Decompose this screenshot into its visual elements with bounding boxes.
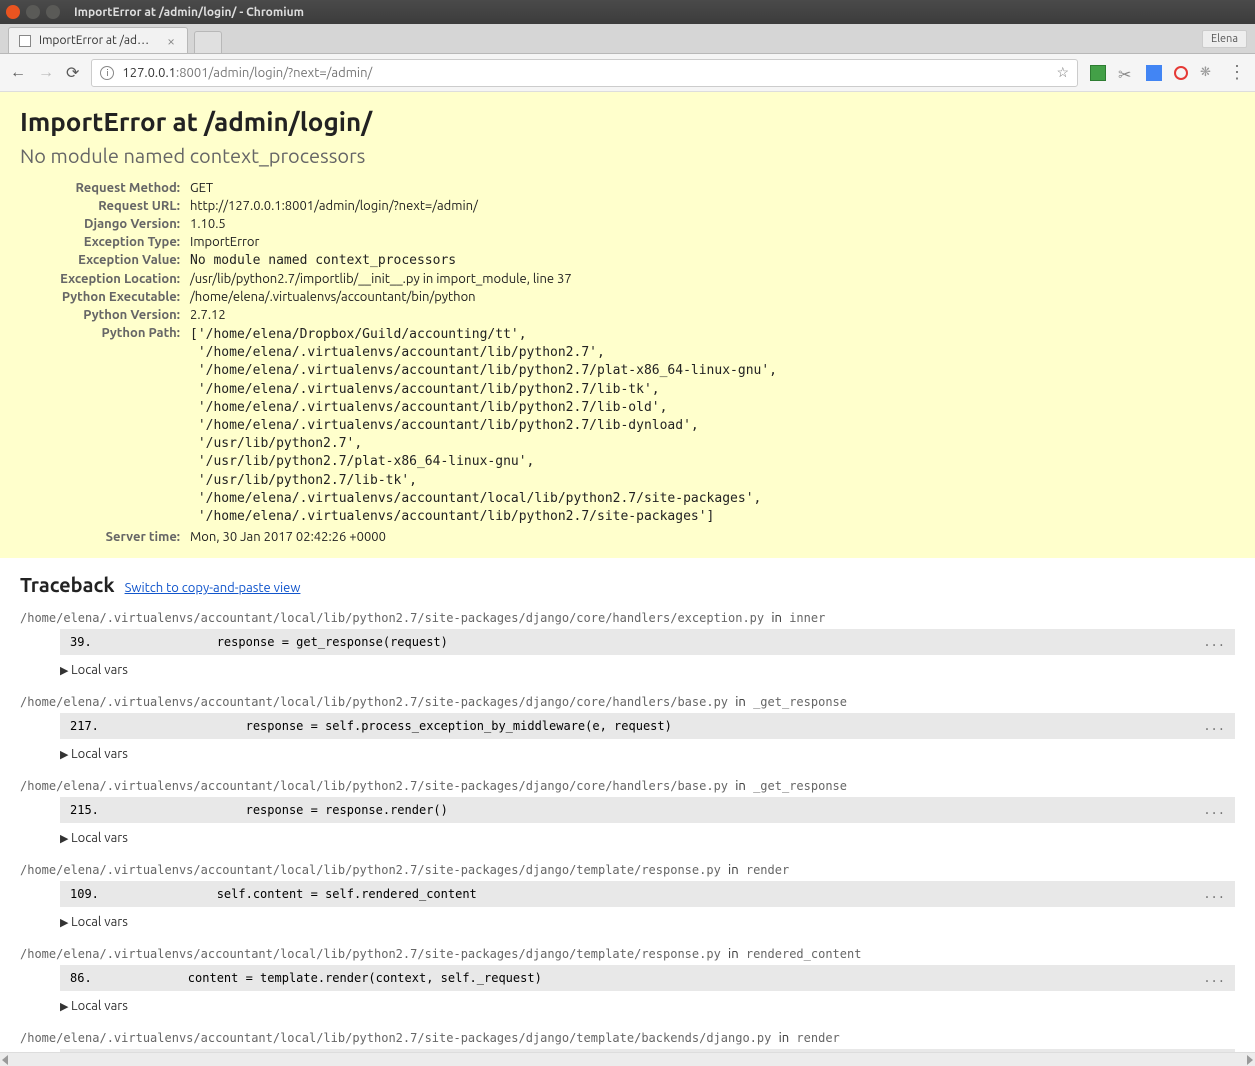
code-text: response = self.process_exception_by_mid… (130, 719, 1203, 733)
meta-label: Exception Type: (20, 233, 190, 251)
frame-location: /home/elena/.virtualenvs/accountant/loca… (20, 947, 1235, 961)
horizontal-scrollbar[interactable] (0, 1052, 1255, 1066)
local-vars-toggle[interactable]: Local vars (60, 747, 1235, 761)
address-bar[interactable]: i 127.0.0.1:8001/admin/login/?next=/admi… (91, 59, 1078, 87)
context-expand-icon[interactable]: ... (1203, 635, 1225, 649)
extension-bug-icon[interactable]: ❋ (1200, 65, 1216, 81)
traceback-frame: /home/elena/.virtualenvs/accountant/loca… (20, 695, 1235, 761)
browser-toolbar: ← → ⟳ i 127.0.0.1:8001/admin/login/?next… (0, 54, 1255, 92)
frame-code[interactable]: 39. response = get_response(request)... (60, 629, 1235, 655)
meta-value: GET (190, 179, 777, 197)
forward-button[interactable]: → (38, 63, 54, 82)
url-display: 127.0.0.1:8001/admin/login/?next=/admin/ (122, 66, 372, 80)
code-text: response = response.render() (130, 803, 1203, 817)
context-expand-icon[interactable]: ... (1203, 971, 1225, 985)
code-text: self.content = self.rendered_content (130, 887, 1203, 901)
frame-location: /home/elena/.virtualenvs/accountant/loca… (20, 611, 1235, 625)
traceback-frame: /home/elena/.virtualenvs/accountant/loca… (20, 779, 1235, 845)
page-content: ImportError at /admin/login/ No module n… (0, 92, 1255, 1052)
frame-location: /home/elena/.virtualenvs/accountant/loca… (20, 695, 1235, 709)
tab-title: ImportError at /admin (39, 34, 157, 47)
meta-label: Python Executable: (20, 288, 190, 306)
frame-code[interactable]: 109. self.content = self.rendered_conten… (60, 881, 1235, 907)
line-number: 86. (70, 971, 130, 985)
code-text: content = template.render(context, self.… (130, 971, 1203, 985)
line-number: 109. (70, 887, 130, 901)
site-info-icon[interactable]: i (100, 66, 114, 80)
meta-label: Request URL: (20, 197, 190, 215)
window-title: ImportError at /admin/login/ - Chromium (74, 6, 304, 19)
line-number: 215. (70, 803, 130, 817)
traceback-frame: /home/elena/.virtualenvs/accountant/loca… (20, 1031, 1235, 1052)
frame-code[interactable]: 217. response = self.process_exception_b… (60, 713, 1235, 739)
tab-strip: ImportError at /admin × Elena (0, 24, 1255, 54)
line-number: 217. (70, 719, 130, 733)
local-vars-toggle[interactable]: Local vars (60, 663, 1235, 677)
frame-location: /home/elena/.virtualenvs/accountant/loca… (20, 779, 1235, 793)
window-close-button[interactable] (6, 5, 20, 19)
browser-menu-button[interactable]: ⋮ (1228, 62, 1245, 83)
window-minimize-button[interactable] (26, 5, 40, 19)
meta-value: /home/elena/.virtualenvs/accountant/bin/… (190, 288, 777, 306)
extension-icon[interactable] (1146, 65, 1162, 81)
traceback-frame: /home/elena/.virtualenvs/accountant/loca… (20, 947, 1235, 1013)
meta-label: Exception Value: (20, 251, 190, 270)
browser-tab[interactable]: ImportError at /admin × (8, 27, 188, 53)
switch-view-link[interactable]: Switch to copy-and-paste view (125, 581, 301, 595)
meta-value: /usr/lib/python2.7/importlib/__init__.py… (190, 270, 777, 288)
context-expand-icon[interactable]: ... (1203, 803, 1225, 817)
meta-value: ['/home/elena/Dropbox/Guild/accounting/t… (190, 324, 777, 528)
traceback-frame: /home/elena/.virtualenvs/accountant/loca… (20, 611, 1235, 677)
reload-button[interactable]: ⟳ (66, 63, 79, 82)
error-title: ImportError at /admin/login/ (20, 107, 1235, 136)
os-titlebar: ImportError at /admin/login/ - Chromium (0, 0, 1255, 24)
meta-label: Python Version: (20, 306, 190, 324)
traceback-heading: Traceback (20, 573, 115, 596)
frame-code[interactable]: 86. content = template.render(context, s… (60, 965, 1235, 991)
meta-label: Django Version: (20, 215, 190, 233)
meta-value: 1.10.5 (190, 215, 777, 233)
meta-label: Server time: (20, 528, 190, 546)
tab-close-icon[interactable]: × (165, 33, 177, 49)
meta-value: No module named context_processors (190, 251, 777, 270)
meta-value: Mon, 30 Jan 2017 02:42:26 +0000 (190, 528, 777, 546)
window-maximize-button[interactable] (46, 5, 60, 19)
meta-value: http://127.0.0.1:8001/admin/login/?next=… (190, 197, 777, 215)
back-button[interactable]: ← (10, 63, 26, 82)
bookmark-star-icon[interactable]: ☆ (1056, 64, 1069, 81)
local-vars-toggle[interactable]: Local vars (60, 831, 1235, 845)
code-text: response = get_response(request) (130, 635, 1203, 649)
error-meta-table: Request Method: GET Request URL: http://… (20, 179, 777, 546)
profile-badge[interactable]: Elena (1202, 30, 1247, 48)
local-vars-toggle[interactable]: Local vars (60, 999, 1235, 1013)
meta-value: 2.7.12 (190, 306, 777, 324)
frame-location: /home/elena/.virtualenvs/accountant/loca… (20, 863, 1235, 877)
traceback-section: Traceback Switch to copy-and-paste view … (0, 558, 1255, 1052)
error-summary: ImportError at /admin/login/ No module n… (0, 92, 1255, 558)
meta-value: ImportError (190, 233, 777, 251)
frame-code[interactable]: 215. response = response.render()... (60, 797, 1235, 823)
context-expand-icon[interactable]: ... (1203, 887, 1225, 901)
favicon-icon (19, 35, 31, 47)
line-number: 39. (70, 635, 130, 649)
meta-label: Python Path: (20, 324, 190, 528)
traceback-frame: /home/elena/.virtualenvs/accountant/loca… (20, 863, 1235, 929)
meta-label: Exception Location: (20, 270, 190, 288)
meta-label: Request Method: (20, 179, 190, 197)
error-subtitle: No module named context_processors (20, 144, 1235, 167)
extension-icon[interactable] (1090, 65, 1106, 81)
extension-scissors-icon[interactable]: ✂ (1118, 65, 1134, 81)
extension-opera-icon[interactable] (1174, 66, 1188, 80)
new-tab-button[interactable] (194, 31, 222, 53)
context-expand-icon[interactable]: ... (1203, 719, 1225, 733)
frame-location: /home/elena/.virtualenvs/accountant/loca… (20, 1031, 1235, 1045)
local-vars-toggle[interactable]: Local vars (60, 915, 1235, 929)
